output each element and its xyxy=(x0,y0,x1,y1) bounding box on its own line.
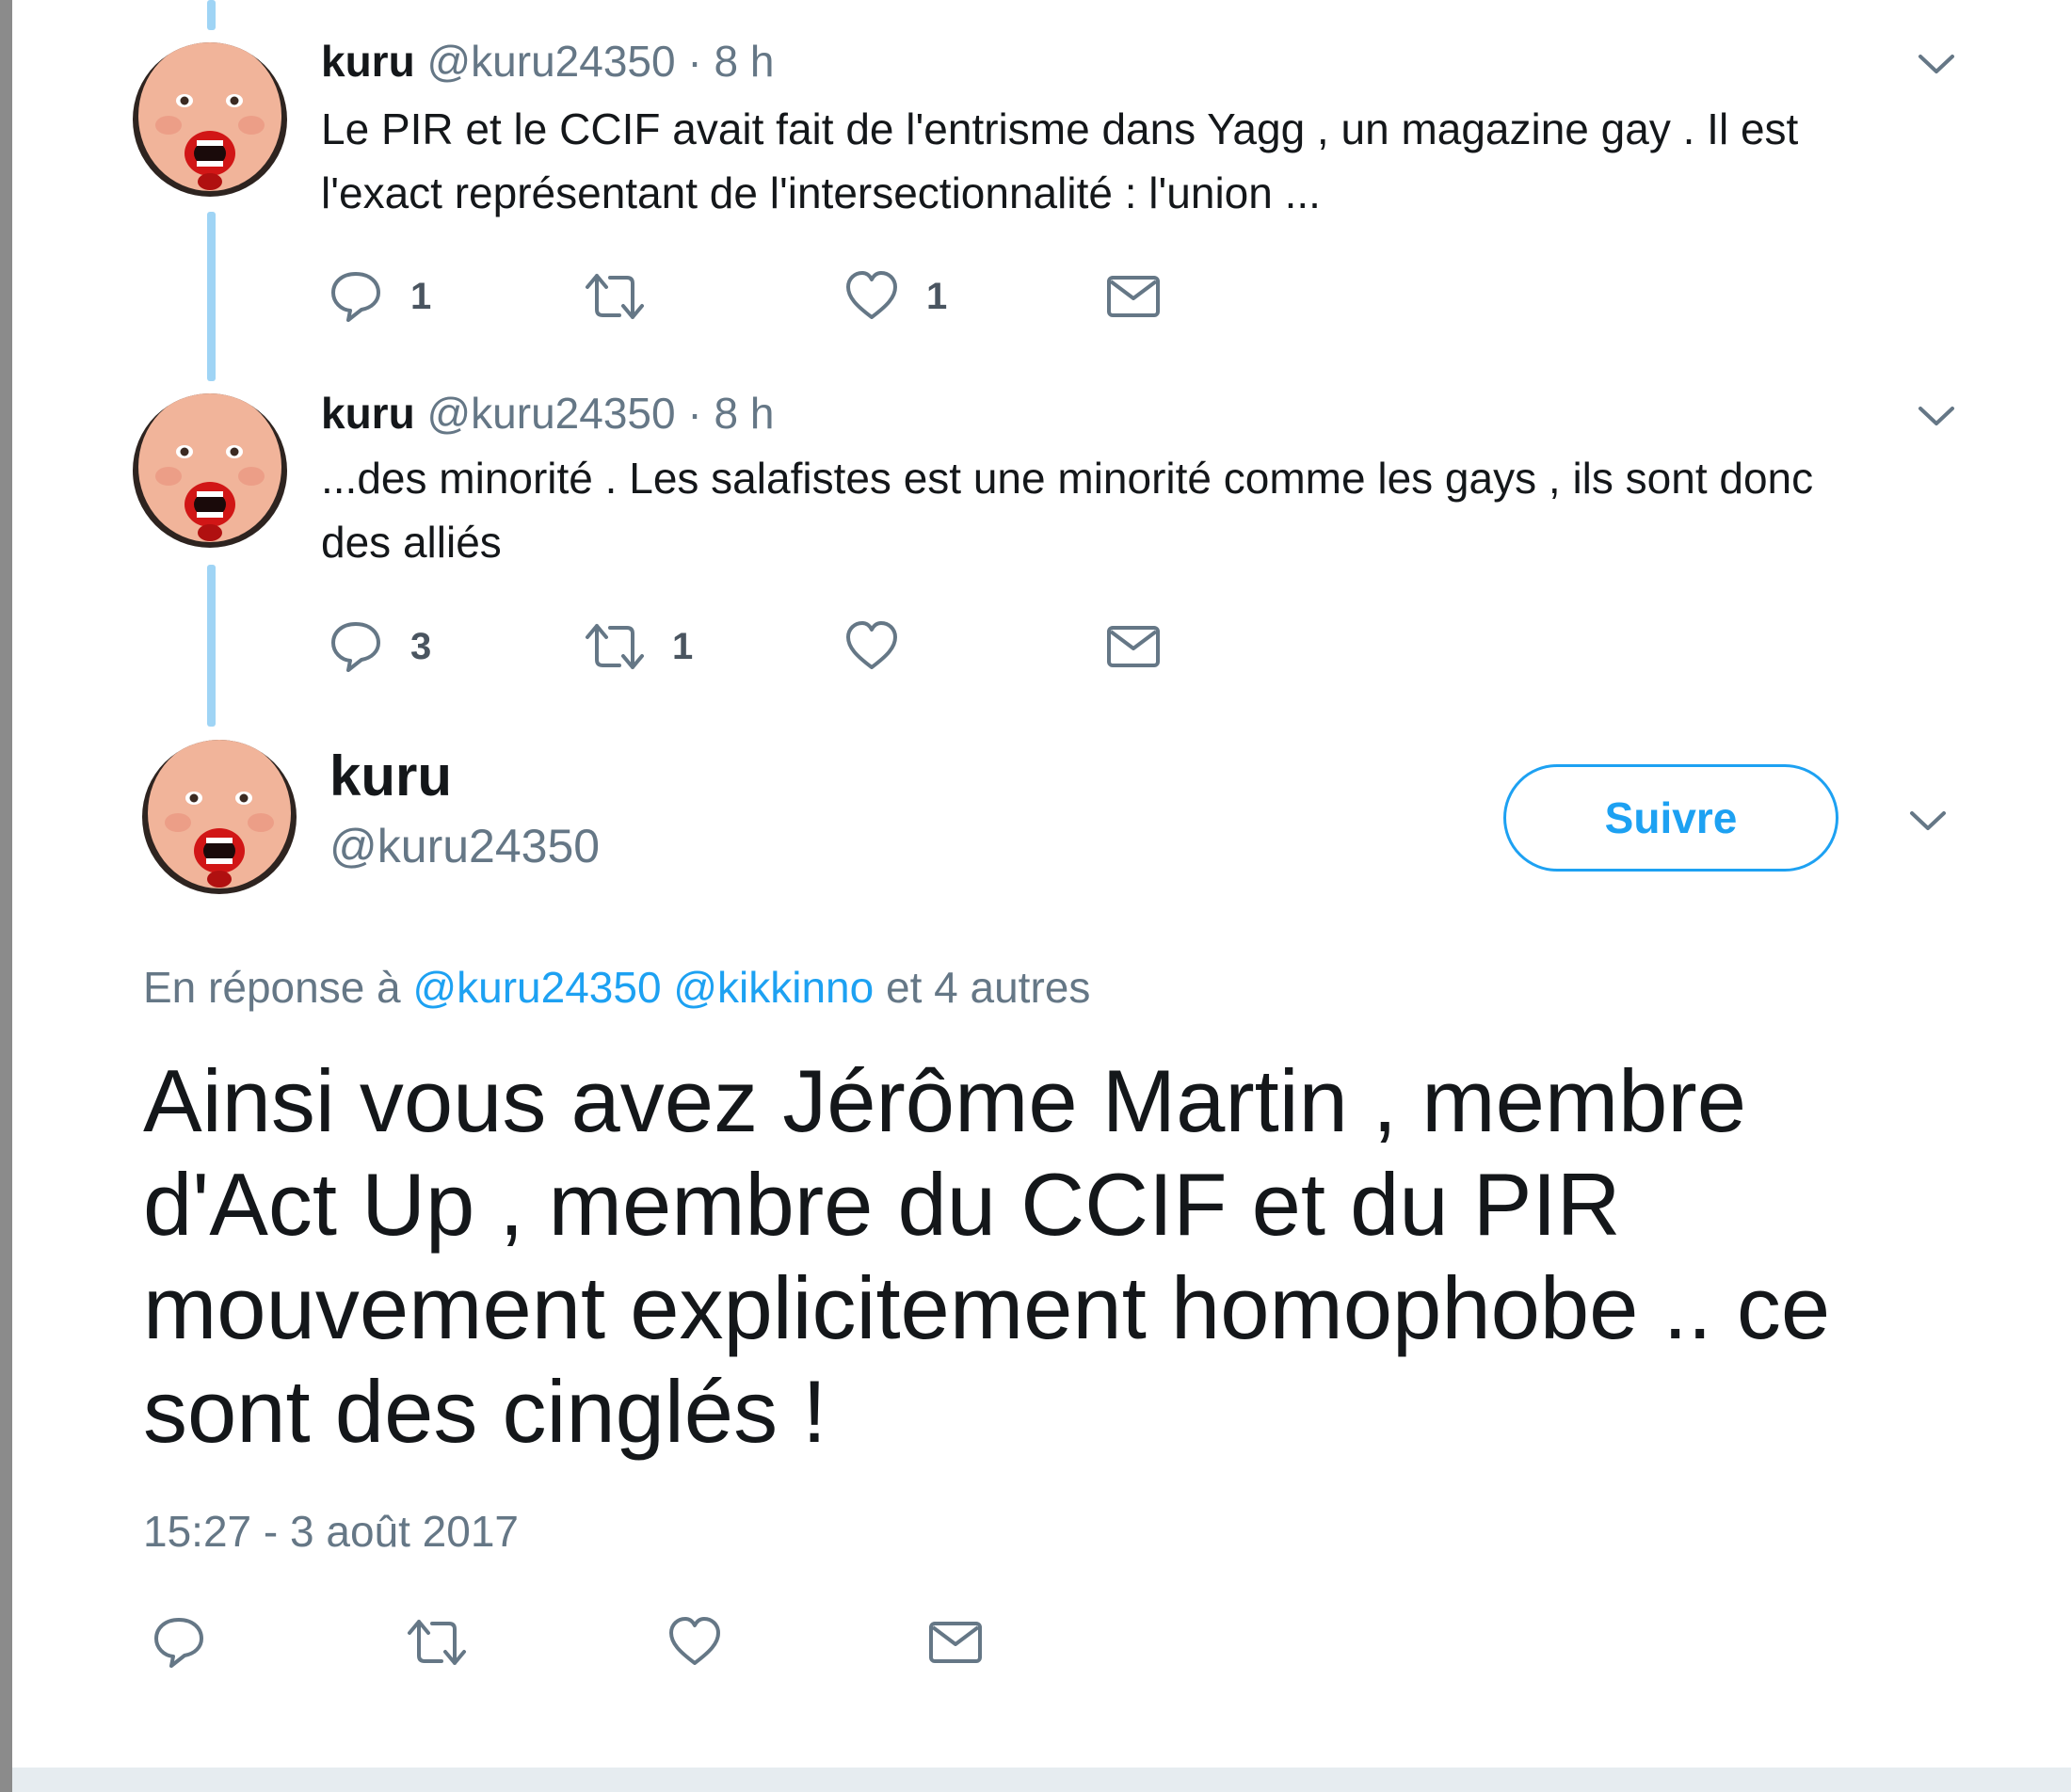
avatar[interactable] xyxy=(142,740,297,894)
tweet-text-line: Le PIR et le CCIF avait fait de l'entris… xyxy=(321,104,1799,153)
heart-icon xyxy=(846,271,897,319)
thread-line xyxy=(207,212,216,381)
retweet-button[interactable]: 1 xyxy=(584,614,693,680)
reply-icon xyxy=(331,272,380,322)
message-button[interactable] xyxy=(927,1609,984,1675)
reply-count: 1 xyxy=(410,275,432,317)
reply-prefix: En réponse à xyxy=(143,963,401,1012)
separator: · xyxy=(687,37,702,86)
message-button[interactable] xyxy=(1105,264,1162,329)
chevron-down-icon[interactable] xyxy=(1904,802,1951,840)
tweet-time[interactable]: 8 h xyxy=(714,389,774,438)
user-name[interactable]: kuru xyxy=(321,389,415,438)
tweet-header: kuru @kuru24350 · 8 h xyxy=(321,36,774,87)
retweet-button[interactable] xyxy=(406,1609,468,1675)
tweet-text-line: sont des cinglés ! xyxy=(143,1362,827,1461)
thread-line xyxy=(207,0,216,30)
envelope-icon xyxy=(1107,276,1160,317)
user-name[interactable]: kuru xyxy=(329,744,452,808)
chevron-down-icon[interactable] xyxy=(1913,45,1960,83)
reply-button[interactable]: 3 xyxy=(328,614,431,680)
envelope-icon xyxy=(1107,626,1160,667)
tweet-text: ...des minorité . Les salafistes est une… xyxy=(321,446,2015,574)
retweet-icon xyxy=(408,1620,466,1665)
retweet-count: 1 xyxy=(672,625,694,667)
reply-icon xyxy=(331,622,380,672)
tweet-text-line: ...des minorité . Les salafistes est une… xyxy=(321,454,1814,503)
mention-link[interactable]: @kuru24350 xyxy=(412,963,661,1012)
heart-icon xyxy=(669,1617,720,1665)
tweet-text: Ainsi vous avez Jérôme Martin , membre d… xyxy=(143,1049,1932,1464)
envelope-icon xyxy=(929,1622,982,1663)
retweet-icon xyxy=(586,274,644,319)
user-handle[interactable]: @kuru24350 xyxy=(426,389,675,438)
tweet-header: kuru @kuru24350 · 8 h xyxy=(321,388,774,439)
like-button[interactable] xyxy=(666,1609,723,1675)
tweet-text-line: l'exact représentant de l'intersectionna… xyxy=(321,168,1321,217)
tweet-time[interactable]: 8 h xyxy=(714,37,774,86)
chevron-down-icon[interactable] xyxy=(1913,397,1960,435)
window-left-edge xyxy=(0,0,12,1792)
follow-button[interactable]: Suivre xyxy=(1503,764,1838,872)
reply-button[interactable]: 1 xyxy=(328,264,431,329)
user-name[interactable]: kuru xyxy=(321,37,415,86)
thread-line xyxy=(207,565,216,727)
tweet-timestamp[interactable]: 15:27 - 3 août 2017 xyxy=(143,1506,519,1557)
reply-others-link[interactable]: et 4 autres xyxy=(886,963,1090,1012)
tweet-text-line: Ainsi vous avez Jérôme Martin , membre xyxy=(143,1051,1747,1150)
like-button[interactable] xyxy=(843,614,926,680)
tweet-text-line: d'Act Up , membre du CCIF et du PIR xyxy=(143,1155,1621,1254)
user-handle[interactable]: @kuru24350 xyxy=(329,819,600,873)
mention-link[interactable]: @kikkinno xyxy=(673,963,874,1012)
heart-icon xyxy=(846,621,897,669)
tweet-text: Le PIR et le CCIF avait fait de l'entris… xyxy=(321,97,2015,225)
like-count: 1 xyxy=(926,275,948,317)
like-button[interactable]: 1 xyxy=(843,264,947,329)
reply-count: 3 xyxy=(410,625,432,667)
tweet-text-line: des alliés xyxy=(321,518,502,567)
page-bottom-divider xyxy=(12,1768,2071,1792)
reply-button[interactable] xyxy=(151,1609,207,1675)
avatar[interactable] xyxy=(133,393,287,548)
reply-icon xyxy=(154,1618,203,1668)
message-button[interactable] xyxy=(1105,614,1162,680)
separator: · xyxy=(687,389,702,438)
user-handle[interactable]: @kuru24350 xyxy=(426,37,675,86)
reply-context: En réponse à @kuru24350 @kikkinno et 4 a… xyxy=(143,962,1090,1013)
retweet-button[interactable] xyxy=(584,264,672,329)
avatar[interactable] xyxy=(133,42,287,197)
tweet-text-line: mouvement explicitement homophobe .. ce xyxy=(143,1258,1831,1357)
retweet-icon xyxy=(586,624,644,669)
